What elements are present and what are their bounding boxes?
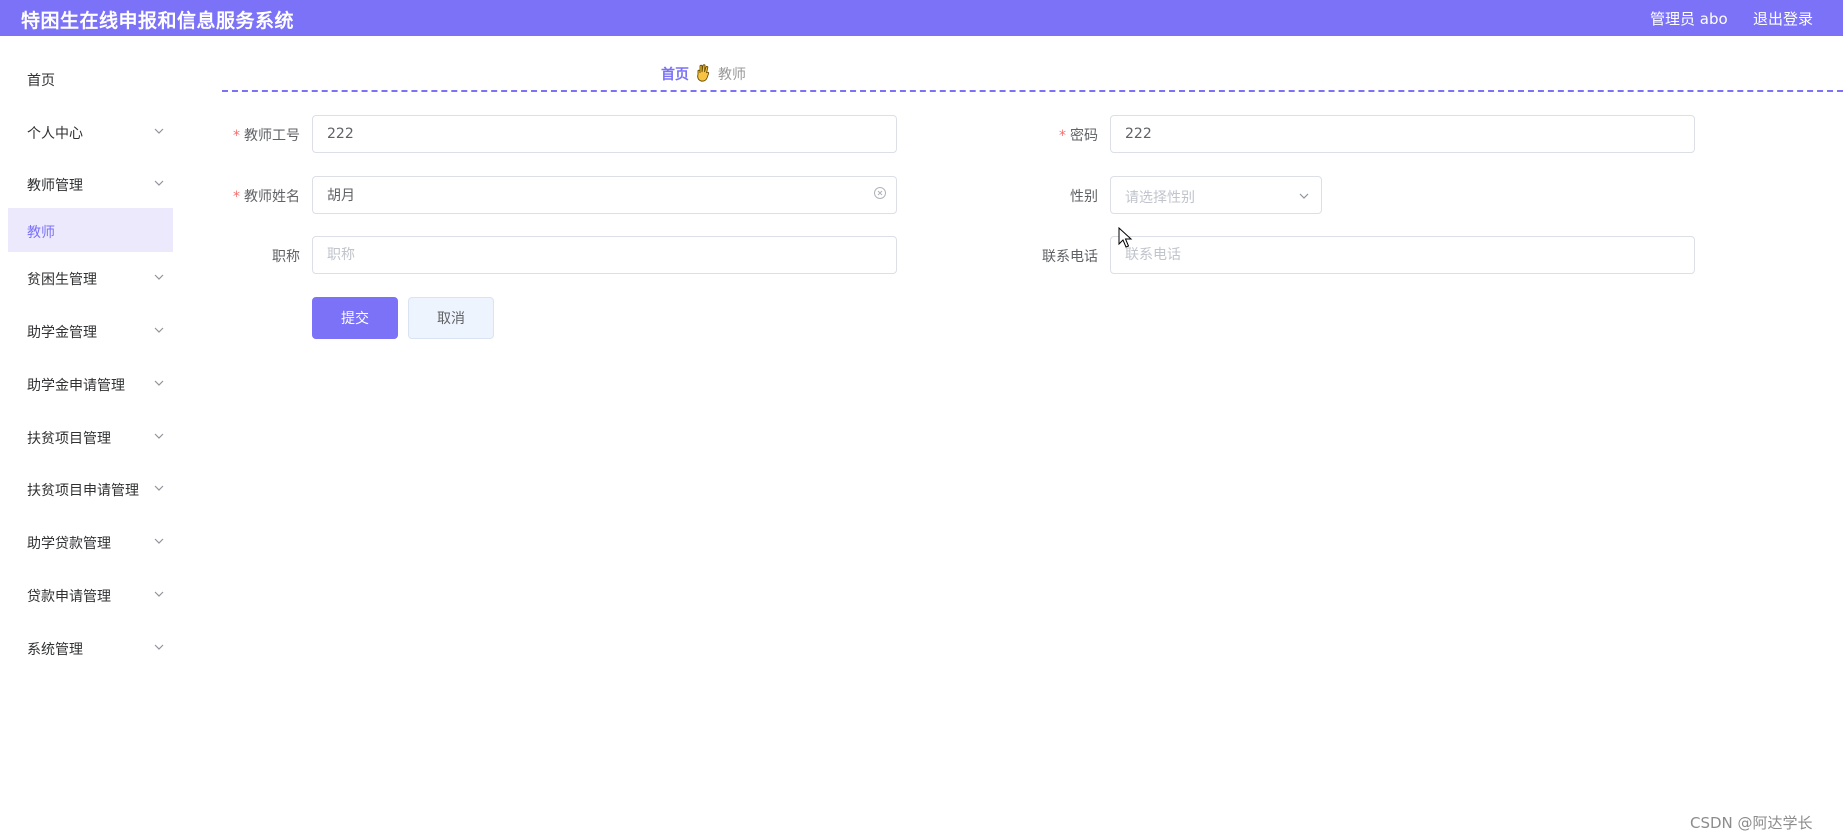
job-title-label: 职称 [272, 249, 300, 265]
hand-icon [697, 64, 710, 82]
chevron-down-icon [154, 327, 164, 333]
sidebar-item-label: 助学金申请管理 [27, 378, 125, 394]
chevron-down-icon [154, 433, 164, 439]
password-input[interactable] [1110, 115, 1695, 153]
cancel-button[interactable]: 取消 [408, 297, 494, 339]
password-label: * 密码 [1059, 128, 1098, 144]
sidebar-item-poverty-project-management[interactable]: 扶贫项目管理 [8, 414, 173, 458]
sidebar-item-poor-student-management[interactable]: 贫困生管理 [8, 255, 173, 299]
sidebar-item-teacher[interactable]: 教师 [8, 208, 173, 252]
sidebar-item-teacher-management[interactable]: 教师管理 [8, 161, 173, 205]
mouse-cursor-icon [1118, 227, 1133, 248]
sidebar-item-student-loan-management[interactable]: 助学贷款管理 [8, 519, 173, 563]
teacher-name-label: * 教师姓名 [233, 189, 300, 205]
phone-input[interactable] [1110, 236, 1695, 274]
job-title-input[interactable] [312, 236, 897, 274]
sidebar-item-label: 贫困生管理 [27, 272, 97, 288]
clear-icon[interactable] [873, 186, 887, 200]
teacher-name-input[interactable] [312, 176, 897, 214]
sidebar-item-system-management[interactable]: 系统管理 [8, 625, 173, 669]
sidebar-item-label: 个人中心 [27, 126, 83, 142]
gender-select[interactable]: 请选择性别 [1110, 176, 1322, 214]
chevron-down-icon [154, 644, 164, 650]
watermark: CSDN @阿达学长 [1690, 814, 1813, 832]
app-title: 特困生在线申报和信息服务系统 [21, 10, 295, 32]
sidebar-item-label: 扶贫项目管理 [27, 431, 111, 447]
chevron-down-icon [154, 180, 164, 186]
sidebar-item-label: 扶贫项目申请管理 [27, 483, 139, 499]
sidebar-item-label: 系统管理 [27, 642, 83, 658]
sidebar-item-grant-application-management[interactable]: 助学金申请管理 [8, 361, 173, 405]
chevron-down-icon [154, 380, 164, 386]
top-header: 特困生在线申报和信息服务系统 管理员 abo 退出登录 [0, 0, 1843, 36]
breadcrumb-current: 教师 [718, 67, 746, 83]
sidebar-item-label: 助学金管理 [27, 325, 97, 341]
sidebar-item-grant-management[interactable]: 助学金管理 [8, 308, 173, 352]
breadcrumb-divider [222, 90, 1843, 92]
sidebar-item-label: 助学贷款管理 [27, 536, 111, 552]
sidebar-item-personal-center[interactable]: 个人中心 [8, 109, 173, 153]
chevron-down-icon [1299, 193, 1309, 199]
sidebar-item-label: 贷款申请管理 [27, 589, 111, 605]
sidebar-item-poverty-project-application-management[interactable]: 扶贫项目申请管理 [8, 466, 173, 510]
chevron-down-icon [154, 274, 164, 280]
current-user: 管理员 abo [1650, 10, 1728, 28]
gender-select-placeholder: 请选择性别 [1125, 190, 1195, 206]
phone-label: 联系电话 [1042, 249, 1098, 265]
gender-label: 性别 [1070, 189, 1098, 205]
breadcrumb-home[interactable]: 首页 [661, 64, 689, 84]
chevron-down-icon [154, 485, 164, 491]
submit-button[interactable]: 提交 [312, 297, 398, 339]
sidebar-item-label: 首页 [27, 73, 55, 89]
teacher-id-label: * 教师工号 [233, 128, 300, 144]
teacher-id-input[interactable] [312, 115, 897, 153]
sidebar-item-label: 教师 [27, 225, 55, 241]
chevron-down-icon [154, 538, 164, 544]
sidebar-menu: 首页 个人中心 教师管理 教师 贫困生管理 助学金管理 助学金申请管理 扶贫项目… [0, 36, 180, 840]
sidebar-item-home[interactable]: 首页 [8, 56, 173, 100]
chevron-down-icon [154, 591, 164, 597]
chevron-down-icon [154, 128, 164, 134]
logout-link[interactable]: 退出登录 [1753, 8, 1813, 29]
sidebar-item-label: 教师管理 [27, 178, 83, 194]
sidebar-item-loan-application-management[interactable]: 贷款申请管理 [8, 572, 173, 616]
